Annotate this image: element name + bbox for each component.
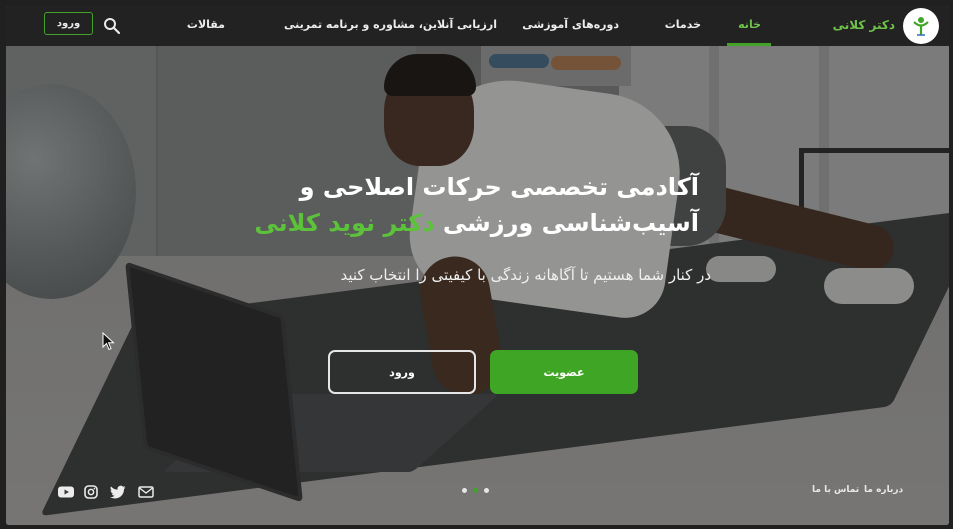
youtube-link[interactable]	[58, 484, 74, 498]
email-link[interactable]	[138, 484, 154, 498]
hero-subtitle: در کنار شما هستیم تا آگاهانه زندگی با کی…	[340, 266, 711, 284]
slider-dot-active[interactable]	[473, 488, 478, 493]
slider-dot[interactable]	[484, 488, 489, 493]
headline-doctor-name: دکتر نوید کلانی	[254, 209, 435, 237]
slider-dot[interactable]	[462, 488, 467, 493]
hero-login-button[interactable]: ورود	[328, 350, 476, 394]
headline-line-1: آکادمی تخصصی حرکات اصلاحی و	[299, 173, 699, 201]
mouse-cursor-icon	[102, 332, 115, 351]
instagram-icon	[84, 485, 98, 499]
join-button[interactable]: عضویت	[490, 350, 638, 394]
headline-line-2: آسیب‌شناسی ورزشی دکتر نوید کلانی	[199, 205, 699, 241]
youtube-icon	[58, 486, 74, 498]
footer-link-about[interactable]: درباره ما	[864, 485, 903, 495]
instagram-link[interactable]	[84, 484, 100, 499]
hero-section: آکادمی تخصصی حرکات اصلاحی و آسیب‌شناسی و…	[6, 6, 949, 525]
slider-dots	[462, 488, 489, 493]
twitter-icon	[110, 485, 126, 499]
mail-icon	[138, 486, 154, 498]
footer-link-contact[interactable]: تماس با ما	[812, 485, 859, 495]
page-viewport: دکتر کلانی خانه خدمات دوره‌های آموزشی ار…	[6, 6, 949, 525]
hero-headline: آکادمی تخصصی حرکات اصلاحی و آسیب‌شناسی و…	[199, 169, 699, 241]
headline-line-2-text: آسیب‌شناسی ورزشی	[442, 209, 699, 237]
twitter-link[interactable]	[110, 484, 126, 499]
